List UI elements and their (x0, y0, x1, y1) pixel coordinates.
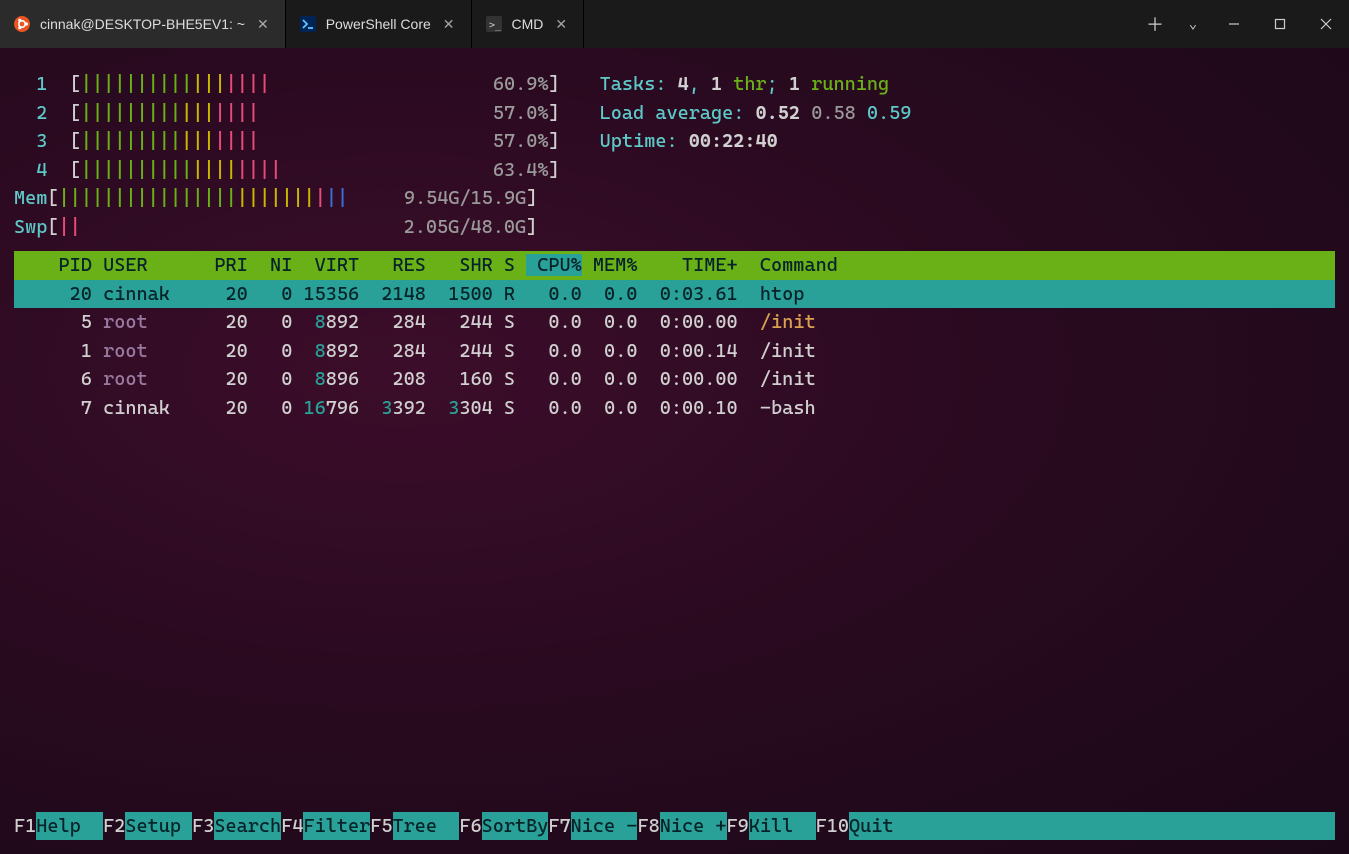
fkey-label[interactable]: Filter (303, 812, 370, 841)
close-tab-button[interactable]: ✕ (441, 14, 457, 35)
tab-title: cinnak@DESKTOP-BHE5EV1: ~ (40, 16, 245, 32)
footer-fill (916, 812, 1335, 841)
fkey-label[interactable]: Nice - (571, 812, 638, 841)
tab[interactable]: cinnak@DESKTOP-BHE5EV1: ~ ✕ (0, 0, 286, 48)
svg-text:>_: >_ (489, 20, 502, 31)
minimize-button[interactable] (1211, 0, 1257, 48)
fkey: F8 (637, 812, 659, 841)
swap-meter: Swp[|| 2.05G/48.0G] (14, 213, 560, 242)
fkey-label[interactable]: Quit (849, 812, 916, 841)
process-row[interactable]: 6 root 20 0 8896 208 160 S 0.0 0.0 0:00.… (14, 365, 1335, 394)
fkey: F10 (816, 812, 849, 841)
tasks-line: Tasks: 4, 1 thr; 1 running (600, 70, 912, 99)
process-list[interactable]: 20 cinnak 20 0 15356 2148 1500 R 0.0 0.0… (14, 280, 1335, 423)
titlebar: cinnak@DESKTOP-BHE5EV1: ~✕PowerShell Cor… (0, 0, 1349, 48)
process-header[interactable]: PID USER PRI NI VIRT RES SHR S CPU% MEM%… (14, 251, 1335, 280)
mem-meter: Mem[|||||||||||||||||||||||||| 9.54G/15.… (14, 184, 560, 213)
fkey: F1 (14, 812, 36, 841)
cmd-icon: >_ (486, 16, 502, 32)
fkey-label[interactable]: Search (214, 812, 281, 841)
loadavg-line: Load average: 0.52 0.58 0.59 (600, 99, 912, 128)
maximize-button[interactable] (1257, 0, 1303, 48)
fkey-label[interactable]: Setup (125, 812, 192, 841)
close-tab-button[interactable]: ✕ (255, 14, 271, 35)
fkey-label[interactable]: Help (36, 812, 103, 841)
cpu-meter: 4 [|||||||||||||||||| 63.4%] (14, 156, 560, 185)
function-key-bar: F1Help F2Setup F3SearchF4FilterF5Tree F6… (14, 812, 1335, 841)
terminal-pane[interactable]: 1 [||||||||||||||||| 60.9%] 2 [|||||||||… (0, 48, 1349, 854)
fkey: F7 (548, 812, 570, 841)
process-row[interactable]: 7 cinnak 20 0 16796 3392 3304 S 0.0 0.0 … (14, 394, 1335, 423)
fkey-label[interactable]: Nice + (660, 812, 727, 841)
tab-title: CMD (512, 16, 544, 32)
fkey: F3 (192, 812, 214, 841)
fkey-label[interactable]: Kill (749, 812, 816, 841)
tab[interactable]: PowerShell Core ✕ (286, 0, 472, 48)
cpu-meter: 3 [|||||||||||||||| 57.0%] (14, 127, 560, 156)
fkey: F2 (103, 812, 125, 841)
new-tab-button[interactable]: ＋ (1135, 0, 1175, 48)
fkey: F4 (281, 812, 303, 841)
process-row[interactable]: 5 root 20 0 8892 284 244 S 0.0 0.0 0:00.… (14, 308, 1335, 337)
fkey-label[interactable]: SortBy (482, 812, 549, 841)
cpu-meter: 1 [||||||||||||||||| 60.9%] (14, 70, 560, 99)
cpu-meter: 2 [|||||||||||||||| 57.0%] (14, 99, 560, 128)
tab[interactable]: >_ CMD ✕ (472, 0, 585, 48)
ps-icon (300, 16, 316, 32)
app-window: cinnak@DESKTOP-BHE5EV1: ~✕PowerShell Cor… (0, 0, 1349, 854)
tab-strip: cinnak@DESKTOP-BHE5EV1: ~✕PowerShell Cor… (0, 0, 1135, 48)
ubuntu-icon (14, 16, 30, 32)
uptime-line: Uptime: 00:22:40 (600, 127, 912, 156)
fkey: F5 (370, 812, 392, 841)
meters: 1 [||||||||||||||||| 60.9%] 2 [|||||||||… (14, 70, 1335, 241)
process-row[interactable]: 20 cinnak 20 0 15356 2148 1500 R 0.0 0.0… (14, 280, 1335, 309)
fkey: F9 (727, 812, 749, 841)
fkey: F6 (459, 812, 481, 841)
fkey-label[interactable]: Tree (393, 812, 460, 841)
close-tab-button[interactable]: ✕ (553, 14, 569, 35)
close-window-button[interactable] (1303, 0, 1349, 48)
window-controls (1211, 0, 1349, 48)
tab-title: PowerShell Core (326, 16, 431, 32)
process-row[interactable]: 1 root 20 0 8892 284 244 S 0.0 0.0 0:00.… (14, 337, 1335, 366)
tab-dropdown-button[interactable]: ⌄ (1175, 0, 1211, 48)
